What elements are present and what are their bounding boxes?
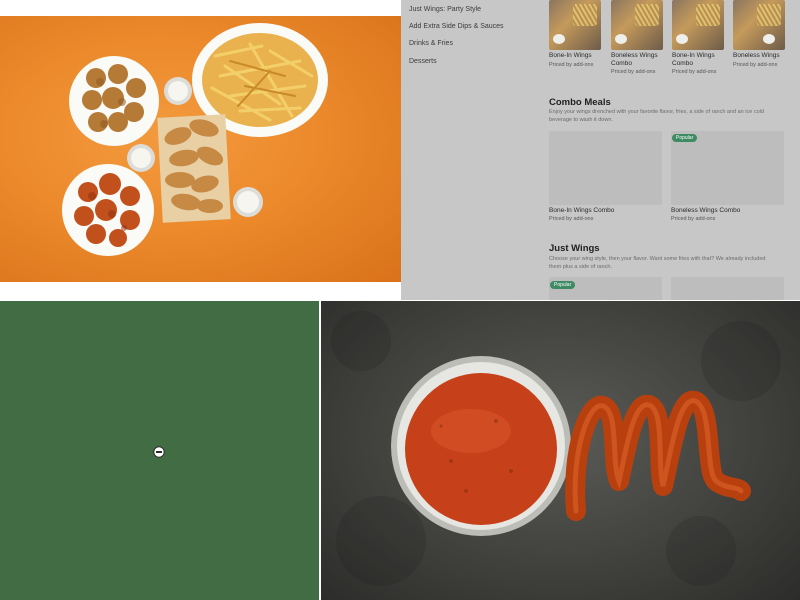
item-title[interactable]: Bone-In Wings [549, 52, 604, 60]
nav-item-party-style[interactable]: Just Wings: Party Style [409, 6, 481, 13]
nav-item-desserts[interactable]: Desserts [409, 58, 437, 65]
section-description: Enjoy your wings drenched with your favo… [549, 109, 764, 123]
nav-item-drinks-fries[interactable]: Drinks & Fries [409, 40, 453, 47]
item-thumbnail[interactable] [733, 0, 785, 50]
minus-circle-icon [153, 445, 165, 458]
menu-screenshot-panel: Just Wings: Party Style Add Extra Side D… [401, 0, 800, 300]
item-thumbnail[interactable] [611, 0, 663, 50]
item-thumbnail[interactable] [672, 0, 724, 50]
item-title[interactable]: Boneless Wings Combo [671, 207, 740, 215]
sauce-cup-photo [321, 301, 800, 600]
item-price: Priced by add-ons [549, 216, 594, 222]
item-image-placeholder[interactable] [671, 131, 784, 205]
item-price: Priced by add-ons [671, 216, 716, 222]
item-image-placeholder[interactable] [549, 131, 662, 205]
item-price: Priced by add-ons [611, 69, 656, 75]
popular-badge: Popular [550, 281, 576, 289]
item-title[interactable]: Boneless Wings [733, 52, 793, 60]
section-title-combo-meals: Combo Meals [549, 97, 611, 108]
item-title[interactable]: Bone-In Wings Combo [672, 52, 727, 68]
item-price: Priced by add-ons [733, 62, 778, 68]
item-title[interactable]: Boneless Wings Combo [611, 52, 666, 68]
section-description: Choose your wing style, then your flavor… [549, 256, 766, 270]
item-price: Priced by add-ons [549, 62, 594, 68]
item-image-placeholder[interactable] [671, 277, 784, 300]
item-title[interactable]: Bone-In Wings Combo [549, 207, 614, 215]
wings-platter-photo [0, 16, 401, 282]
popular-badge: Popular [672, 134, 698, 142]
item-thumbnail[interactable] [549, 0, 601, 50]
nav-item-extra-dips[interactable]: Add Extra Side Dips & Sauces [409, 23, 504, 30]
green-placeholder-panel [0, 301, 319, 600]
wings-platter-panel [0, 0, 401, 300]
item-price: Priced by add-ons [672, 69, 717, 75]
section-title-just-wings: Just Wings [549, 243, 600, 254]
